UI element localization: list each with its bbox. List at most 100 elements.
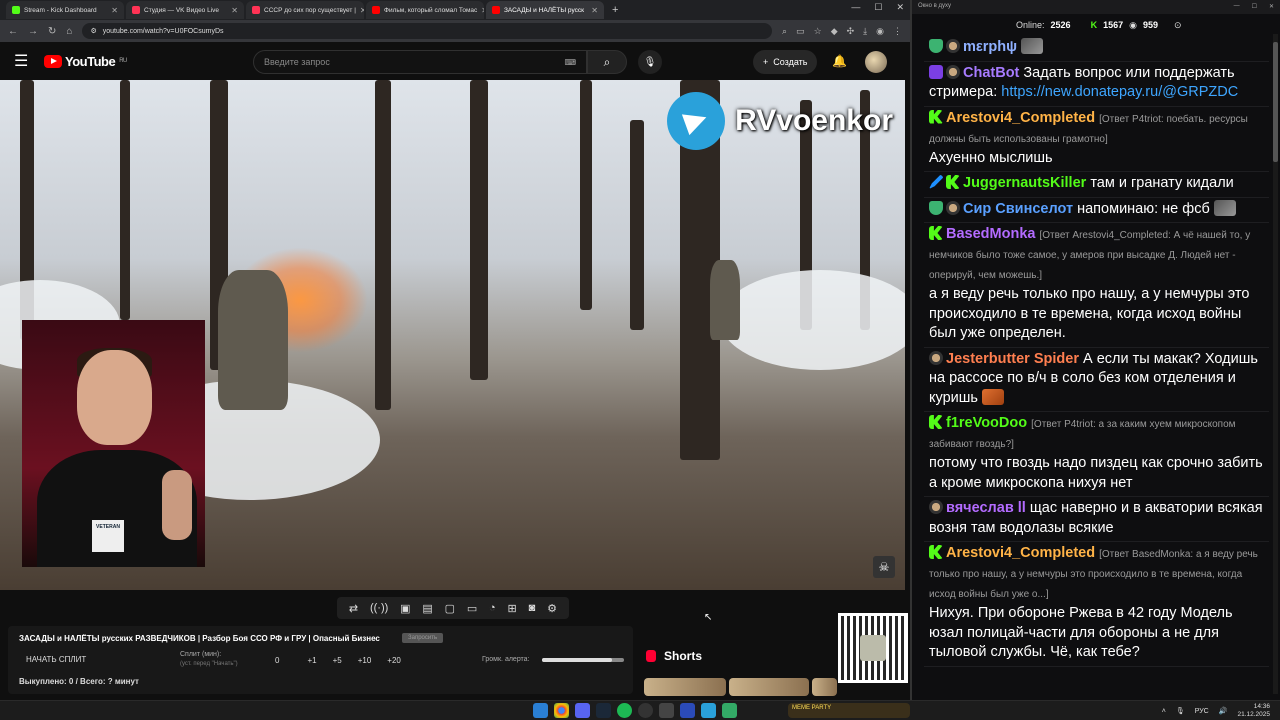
keyboard-icon[interactable]: ⌨: [564, 58, 576, 67]
youtube-header: ☰ YouTube RU Введите запрос ⌨ ⌕ 🎙 + Создать…: [0, 42, 910, 80]
chrome-icon[interactable]: [554, 703, 569, 718]
download-icon[interactable]: ⤓: [863, 26, 867, 37]
youtube-logo[interactable]: YouTube RU: [44, 54, 127, 69]
obs-icon[interactable]: [638, 703, 653, 718]
clock[interactable]: 14:36 21.12.2025: [1237, 703, 1270, 719]
meme-party-widget[interactable]: MEME PARTY: [788, 703, 910, 718]
new-tab-button[interactable]: +: [606, 4, 624, 16]
minimize-icon[interactable]: —: [1234, 3, 1240, 11]
close-tab-icon[interactable]: ✕: [111, 6, 118, 15]
close-tab-icon[interactable]: ✕: [360, 6, 364, 15]
vk-favicon-icon: [252, 6, 260, 14]
account-avatar[interactable]: [865, 51, 887, 73]
app-icon[interactable]: [659, 703, 674, 718]
url-field[interactable]: ⚙ youtube.com/watch?v=U0FOCsumyDs: [82, 23, 773, 39]
browser-tab-ussr[interactable]: СССР до сих пор существует | ✕: [246, 1, 364, 19]
microphone-icon[interactable]: 🎙: [1176, 707, 1185, 715]
close-window-icon[interactable]: ✕: [896, 2, 904, 13]
alert-volume-slider[interactable]: [542, 658, 624, 662]
media-player-icon[interactable]: [680, 703, 695, 718]
add-1-button[interactable]: +1: [307, 656, 316, 665]
add-20-button[interactable]: +20: [387, 656, 401, 665]
browser-tab-vk[interactable]: Студия — VK Видео Live ✕: [126, 1, 244, 19]
maximize-icon[interactable]: ☐: [1252, 3, 1257, 11]
site-info-icon[interactable]: ⚙: [90, 27, 96, 35]
volume-icon[interactable]: 🔊: [1219, 707, 1228, 715]
screenshot-camera-icon[interactable]: ◙: [529, 602, 536, 614]
plus-icon: +: [763, 57, 769, 67]
telegram-icon[interactable]: [701, 703, 716, 718]
search-input[interactable]: Введите запрос ⌨: [253, 50, 587, 74]
discord-icon[interactable]: [575, 703, 590, 718]
short-thumbnail[interactable]: [812, 678, 837, 696]
browser-tab-kick[interactable]: Stream - Kick Dashboard ✕: [6, 1, 124, 19]
chat-username[interactable]: JuggernautsKiller: [963, 175, 1086, 191]
minimize-icon[interactable]: —: [851, 2, 860, 13]
chat-username[interactable]: mεrphψ: [963, 39, 1017, 55]
chat-username[interactable]: Jesterbutter Spider: [946, 351, 1079, 367]
extensions-puzzle-icon[interactable]: ✣: [847, 26, 855, 37]
browser-tab-active[interactable]: ЗАСАДЫ и НАЛЁТЫ русск ✕: [486, 1, 604, 19]
chat-scrollbar[interactable]: [1273, 34, 1278, 694]
menu-dots-icon[interactable]: ⋮: [893, 26, 902, 37]
start-split-button[interactable]: НАЧАТЬ СПЛИТ: [26, 655, 86, 664]
home-icon[interactable]: ⌂: [66, 26, 72, 37]
cast-icon[interactable]: ▭: [796, 26, 805, 37]
chat-username[interactable]: вячеслав ll: [946, 500, 1026, 516]
chat-username[interactable]: f1reVooDoo: [946, 415, 1027, 431]
video-player[interactable]: RVvoenkor ☠ VETERAN: [0, 80, 905, 590]
theater-icon[interactable]: ▭: [467, 602, 477, 615]
chat-message: Сир Свинселот напоминаю: не фсб: [924, 198, 1269, 223]
viewer-avatar-icon: ◉: [1129, 19, 1137, 30]
short-thumbnail[interactable]: [644, 678, 726, 696]
close-tab-icon[interactable]: ✕: [591, 6, 598, 15]
clip-icon[interactable]: ▤: [422, 602, 432, 615]
chat-scroll-thumb[interactable]: [1273, 42, 1278, 162]
chat-username[interactable]: Сир Свинселот: [963, 201, 1073, 217]
chat-username[interactable]: BasedMonka: [946, 226, 1035, 242]
add-box-icon[interactable]: ⊞: [508, 602, 517, 615]
add-5-button[interactable]: +5: [333, 656, 342, 665]
app-icon[interactable]: [722, 703, 737, 718]
speed-gauge-icon[interactable]: ◔: [489, 602, 496, 614]
extension-icon[interactable]: ◆: [831, 26, 838, 37]
short-thumbnail[interactable]: [729, 678, 809, 696]
bookmark-star-icon[interactable]: ☆: [814, 26, 822, 37]
forward-icon[interactable]: →: [28, 26, 38, 37]
browser-tab-film[interactable]: Фильм, который сломал Томас✕: [366, 1, 484, 19]
user-avatar-icon: [929, 350, 943, 365]
request-badge-button[interactable]: Запросить: [402, 633, 444, 643]
broadcast-icon[interactable]: ((·)): [370, 602, 388, 614]
tray-chevron-icon[interactable]: ˄: [1162, 708, 1166, 715]
menu-hamburger-icon[interactable]: ☰: [14, 51, 44, 71]
maximize-icon[interactable]: ☐: [874, 2, 882, 13]
search-button[interactable]: ⌕: [587, 50, 627, 74]
notifications-bell-icon[interactable]: 🔔: [832, 54, 847, 68]
close-window-icon[interactable]: ✕: [1269, 3, 1274, 11]
chat-settings-icon[interactable]: ⊙: [1174, 20, 1182, 31]
pip-icon[interactable]: ▣: [400, 602, 410, 615]
steam-icon[interactable]: [596, 703, 611, 718]
zoom-icon[interactable]: ⌕: [782, 26, 787, 37]
language-indicator[interactable]: РУС: [1195, 708, 1209, 715]
chat-username[interactable]: Arestovi4_Completed: [946, 110, 1095, 126]
create-button[interactable]: + Создать: [753, 50, 818, 74]
close-tab-icon[interactable]: ✕: [481, 6, 484, 15]
chat-username[interactable]: ChatBot: [963, 65, 1019, 81]
miniplayer-icon[interactable]: ▢: [445, 602, 455, 615]
user-avatar-icon: [946, 64, 960, 79]
add-10-button[interactable]: +10: [358, 656, 372, 665]
spotify-icon[interactable]: [617, 703, 632, 718]
settings-gear-icon[interactable]: ⚙: [547, 602, 557, 615]
start-windows-icon[interactable]: [533, 703, 548, 718]
shorts-header[interactable]: Shorts: [646, 649, 702, 663]
chat-window-title: Окно в духу: [918, 3, 951, 9]
reload-icon[interactable]: ↻: [48, 26, 56, 37]
voice-search-button[interactable]: 🎙: [638, 50, 662, 74]
loop-icon[interactable]: ⇄: [349, 602, 358, 615]
close-tab-icon[interactable]: ✕: [231, 6, 238, 15]
profile-icon[interactable]: ◉: [876, 26, 884, 37]
donate-link[interactable]: https://new.donatepay.ru/@GRPZDC: [1001, 84, 1238, 100]
chat-username[interactable]: Arestovi4_Completed: [946, 545, 1095, 561]
back-icon[interactable]: ←: [8, 26, 18, 37]
